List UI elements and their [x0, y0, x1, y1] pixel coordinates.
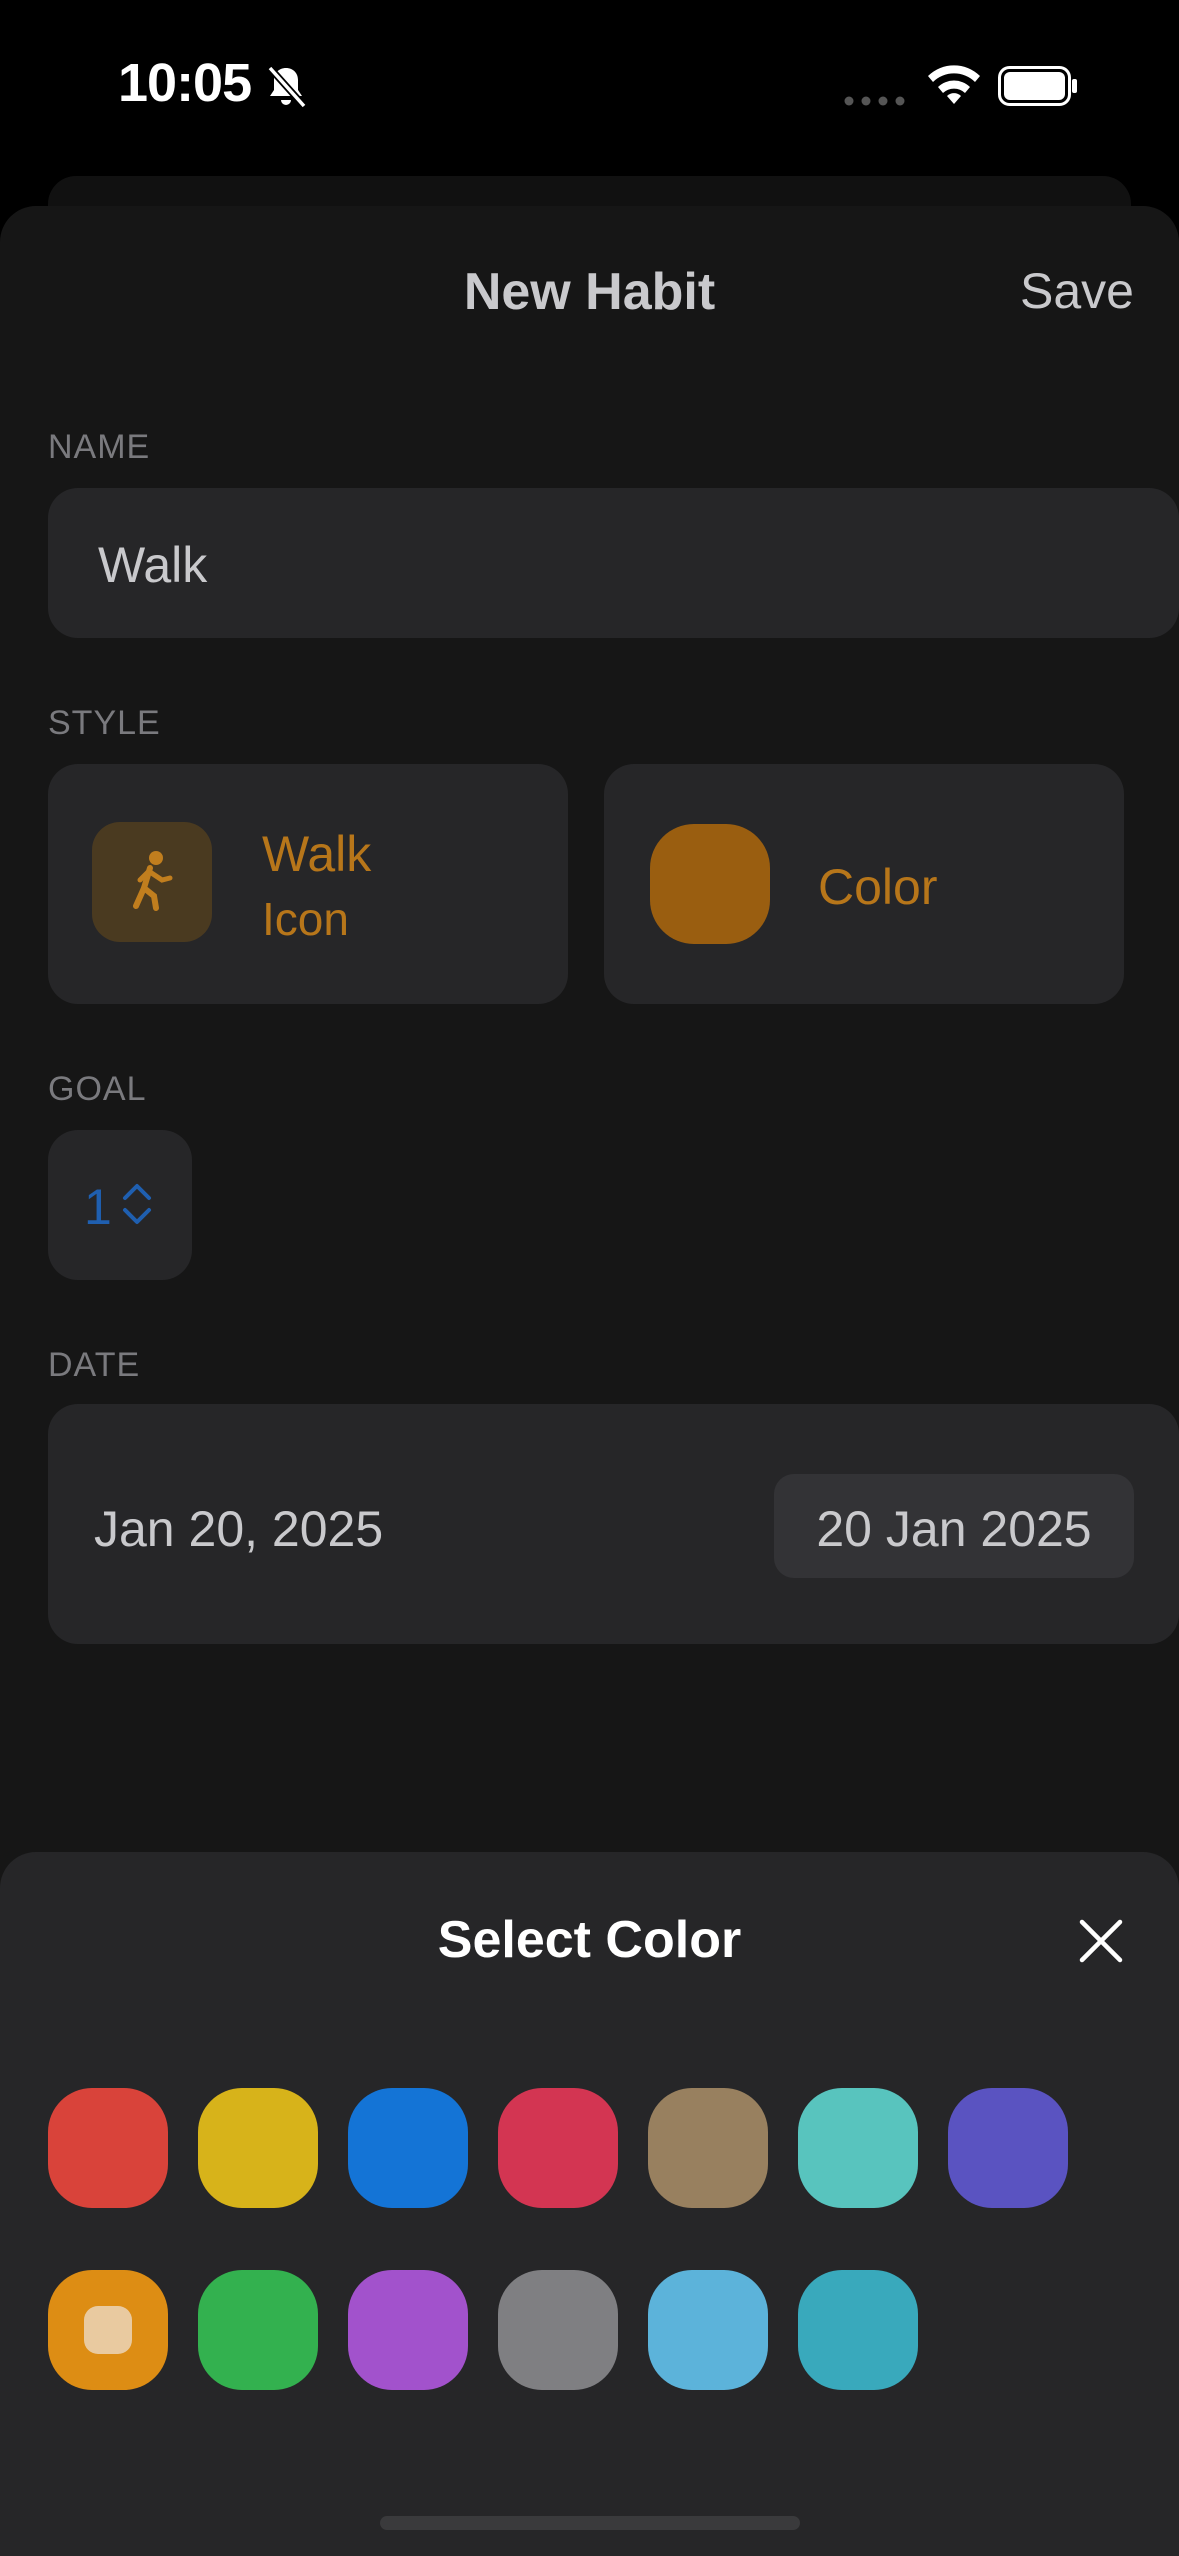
date-section-label: DATE [48, 1346, 141, 1384]
selected-indicator [84, 2306, 132, 2354]
icon-tile [92, 822, 212, 942]
chevron-up-down-icon [123, 1184, 151, 1224]
style-section-label: STYLE [48, 704, 161, 742]
color-swatch[interactable] [348, 2088, 468, 2208]
color-swatch[interactable] [198, 2088, 318, 2208]
color-swatch[interactable] [498, 2270, 618, 2390]
name-section-label: NAME [48, 428, 151, 466]
color-swatch[interactable] [648, 2088, 768, 2208]
color-label: Color [818, 859, 938, 915]
battery-icon [998, 66, 1077, 106]
color-swatch[interactable] [798, 2088, 918, 2208]
page-title: New Habit [463, 263, 716, 321]
color-swatch[interactable] [48, 2270, 168, 2390]
color-swatch[interactable] [198, 2270, 318, 2390]
icon-name-label: Walk [262, 826, 372, 882]
close-icon[interactable] [1070, 1910, 1132, 1972]
goal-section-label: GOAL [48, 1070, 147, 1108]
goal-value: 1 [84, 1179, 112, 1235]
color-swatch[interactable] [48, 2088, 168, 2208]
date-text: Jan 20, 2025 [94, 1501, 384, 1557]
wifi-icon [928, 65, 980, 104]
icon-sublabel: Icon [262, 893, 349, 945]
signal-dots-icon [844, 96, 905, 106]
home-indicator [380, 2516, 800, 2530]
color-swatch[interactable] [498, 2088, 618, 2208]
color-swatch[interactable] [798, 2270, 918, 2390]
color-swatch[interactable] [948, 2088, 1068, 2208]
save-button[interactable]: Save [1020, 262, 1134, 320]
color-picker-title: Select Color [437, 1911, 742, 1969]
walk-icon [133, 851, 173, 911]
selected-color-swatch [650, 824, 770, 944]
silent-bell-icon [267, 65, 307, 109]
name-field-value: Walk [98, 537, 208, 593]
status-time: 10:05 [118, 53, 252, 113]
date-picker-value: 20 Jan 2025 [816, 1501, 1092, 1557]
name-field[interactable] [48, 488, 1179, 638]
color-swatch[interactable] [648, 2270, 768, 2390]
color-swatch[interactable] [348, 2270, 468, 2390]
